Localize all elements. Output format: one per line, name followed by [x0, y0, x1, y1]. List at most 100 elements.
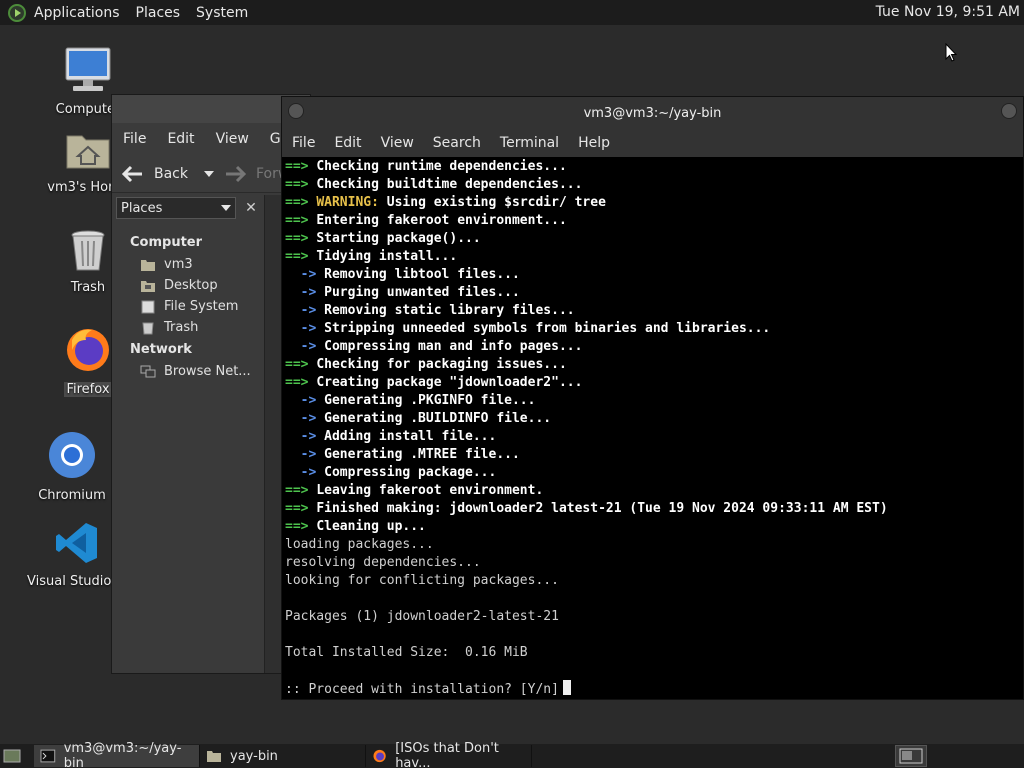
fm-menu-edit[interactable]: Edit	[156, 131, 204, 147]
sidebar-item-trash[interactable]: Trash	[112, 317, 264, 338]
line-text: Starting package()...	[316, 231, 481, 246]
line-prefix: ==>	[285, 501, 317, 516]
terminal-line: -> Removing libtool files...	[285, 266, 1023, 284]
install-prompt: :: Proceed with installation? [Y/n]	[285, 682, 559, 697]
terminal-line: -> Purging unwanted files...	[285, 284, 1023, 302]
line-text: Adding install file...	[324, 429, 497, 444]
line-text: Compressing package...	[324, 465, 497, 480]
clock[interactable]: Tue Nov 19, 9:51 AM	[876, 4, 1020, 20]
terminal-line: ==> Starting package()...	[285, 230, 1023, 248]
terminal-lines: ==> Checking runtime dependencies... ==> …	[285, 158, 1023, 680]
close-icon: ✕	[245, 200, 257, 216]
sidebar-item-label: vm3	[164, 257, 193, 272]
terminal-line: -> Compressing package...	[285, 464, 1023, 482]
terminal-line: ==> Leaving fakeroot environment.	[285, 482, 1023, 500]
workspace-switcher[interactable]	[895, 745, 927, 767]
line-text: Entering fakeroot environment...	[316, 213, 567, 228]
taskbar-item-firefox[interactable]: [ISOs that Don't hav...	[366, 741, 532, 768]
taskbar-item-file-manager[interactable]: yay-bin	[200, 745, 366, 767]
terminal-line: -> Generating .BUILDINFO file...	[285, 410, 1023, 428]
line-prefix: ==>	[285, 195, 317, 210]
terminal-prompt-line[interactable]: :: Proceed with installation? [Y/n]	[285, 680, 1023, 698]
terminal-title: vm3@vm3:~/yay-bin	[583, 105, 722, 121]
chevron-down-icon[interactable]	[204, 170, 214, 178]
close-sidebar-button[interactable]: ✕	[240, 197, 262, 219]
terminal-line: -> Removing static library files...	[285, 302, 1023, 320]
terminal-window[interactable]: vm3@vm3:~/yay-bin File Edit View Search …	[281, 96, 1024, 700]
line-text: Creating package "jdownloader2"...	[316, 375, 583, 390]
sidebar-item-desktop[interactable]: Desktop	[112, 275, 264, 296]
line-text: Removing static library files...	[324, 303, 575, 318]
term-menu-edit[interactable]: Edit	[324, 135, 370, 151]
forward-arrow-icon	[226, 165, 246, 182]
applications-menu[interactable]: Applications	[26, 5, 128, 21]
term-menu-search[interactable]: Search	[423, 135, 490, 151]
line-text: Finished making: jdownloader2 latest-21 …	[316, 501, 888, 516]
fm-menu-file[interactable]: File	[112, 131, 156, 147]
distro-logo-icon[interactable]	[8, 3, 26, 22]
line-text: Compressing man and info pages...	[324, 339, 583, 354]
places-sidebar: Computer vm3 Desktop File System Trash N…	[112, 231, 264, 671]
term-menu-view[interactable]: View	[371, 135, 423, 151]
drive-icon	[141, 300, 155, 313]
desktop-icon-label: Chromium	[38, 488, 106, 503]
terminal-line: -> Adding install file...	[285, 428, 1023, 446]
line-prefix: ->	[285, 339, 325, 354]
line-text: Leaving fakeroot environment.	[316, 483, 544, 498]
trash-icon	[142, 322, 154, 334]
term-menu-help[interactable]: Help	[568, 135, 619, 151]
system-menu[interactable]: System	[188, 5, 256, 21]
taskbar-item-terminal[interactable]: vm3@vm3:~/yay-bin	[34, 741, 200, 768]
fm-menu-view[interactable]: View	[205, 131, 259, 147]
terminal-output[interactable]: ==> Checking runtime dependencies... ==> …	[285, 158, 1023, 699]
back-button[interactable]: Back	[112, 165, 214, 183]
show-desktop-button[interactable]	[0, 745, 24, 767]
sidebar-item-label: Trash	[164, 320, 199, 335]
line-text: Checking runtime dependencies...	[316, 159, 567, 174]
line-prefix: ->	[285, 411, 325, 426]
line-prefix: ==>	[285, 231, 317, 246]
top-menu: Applications Places System	[26, 0, 256, 25]
show-desktop-icon	[3, 749, 21, 763]
terminal-line: looking for conflicting packages...	[285, 572, 1023, 590]
places-menu[interactable]: Places	[128, 5, 189, 21]
terminal-line: -> Compressing man and info pages...	[285, 338, 1023, 356]
line-text: Cleaning up...	[316, 519, 426, 534]
terminal-line: ==> Tidying install...	[285, 248, 1023, 266]
line-prefix: ==>	[285, 249, 317, 264]
line-prefix: ==>	[285, 483, 317, 498]
sidebar-item-file-system[interactable]: File System	[112, 296, 264, 317]
sidebar-item-browse-network[interactable]: Browse Net...	[112, 361, 264, 382]
terminal-line: loading packages...	[285, 536, 1023, 554]
line-text: Removing libtool files...	[324, 267, 520, 282]
line-text: Using existing $srcdir/ tree	[378, 195, 606, 210]
sidebar-section-network: Network	[130, 342, 192, 357]
chevron-down-icon	[221, 205, 231, 211]
window-menu-button[interactable]	[288, 103, 304, 119]
terminal-line: ==> Checking runtime dependencies...	[285, 158, 1023, 176]
line-prefix: ->	[285, 321, 325, 336]
terminal-line: -> Generating .PKGINFO file...	[285, 392, 1023, 410]
window-close-button[interactable]	[1001, 103, 1017, 119]
line-text: Generating .PKGINFO file...	[324, 393, 536, 408]
workspace-icon	[899, 748, 923, 764]
sidebar-item-vm3[interactable]: vm3	[112, 254, 264, 275]
vscode-icon	[56, 523, 97, 563]
terminal-titlebar[interactable]: vm3@vm3:~/yay-bin	[282, 97, 1023, 129]
text-cursor	[562, 680, 571, 695]
line-prefix: ==>	[285, 357, 317, 372]
places-select-value: Places	[121, 200, 163, 216]
line-prefix: ->	[285, 303, 325, 318]
line-prefix: ==>	[285, 519, 317, 534]
terminal-line: ==> Checking for packaging issues...	[285, 356, 1023, 374]
places-select[interactable]: Places	[116, 197, 236, 219]
desktop-folder-icon	[141, 280, 155, 292]
terminal-line: ==> Creating package "jdownloader2"...	[285, 374, 1023, 392]
term-menu-terminal[interactable]: Terminal	[490, 135, 568, 151]
desktop-icon-chromium[interactable]: Chromium	[27, 430, 117, 503]
term-menu-file[interactable]: File	[282, 135, 324, 151]
terminal-icon	[40, 749, 56, 763]
